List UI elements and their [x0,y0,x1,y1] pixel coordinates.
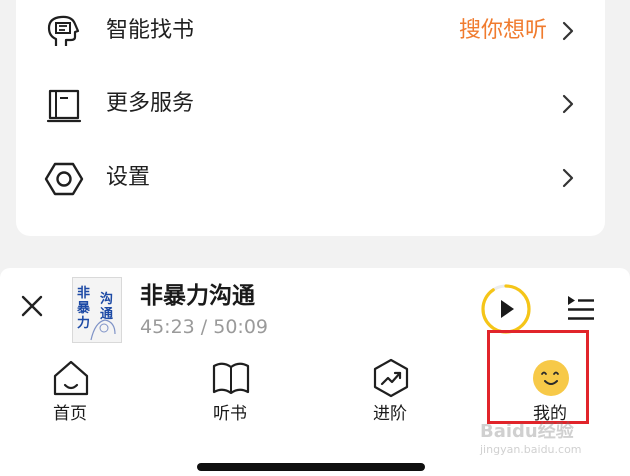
tab-label: 首页 [53,404,87,424]
play-icon [501,300,514,318]
tab-home[interactable]: 首页 [15,350,125,430]
menu-item-hint: 搜你想听 [458,18,547,43]
tab-label: 进阶 [373,404,407,424]
cover-illustration [90,319,116,341]
close-icon[interactable] [18,292,46,320]
menu-item-more-services[interactable]: 更多服务 [16,73,605,133]
home-indicator[interactable] [197,463,425,471]
book-service-icon [46,89,82,123]
track-title[interactable]: 非暴力沟通 [140,280,255,312]
tab-advance[interactable]: 进阶 [335,350,445,430]
menu-item-settings[interactable]: 设置 [16,147,605,207]
play-button[interactable] [480,283,532,335]
chevron-right-icon [562,94,574,114]
home-icon [53,360,89,396]
menu-item-smart-find-book[interactable]: 智能找书 搜你想听 [16,0,605,60]
watermark-url: jingyan.baidu.com [480,443,582,456]
settings-hexagon-icon [44,162,84,196]
menu-item-label: 更多服务 [106,91,195,116]
highlight-annotation-box [487,330,589,424]
open-book-icon [212,362,250,395]
smart-find-book-icon [47,15,80,46]
menu-card: 智能找书 搜你想听 更多服务 设置 [16,0,605,236]
chevron-right-icon [562,21,574,41]
chevron-right-icon [562,168,574,188]
growth-hexagon-icon [373,358,409,398]
menu-item-label: 智能找书 [106,18,195,43]
book-cover[interactable]: 非暴力 沟通 [72,277,122,343]
playlist-icon[interactable] [564,292,596,324]
tab-label: 听书 [213,404,247,424]
tab-listen[interactable]: 听书 [175,350,285,430]
track-time: 45:23 / 50:09 [140,316,268,338]
menu-item-label: 设置 [106,165,151,190]
watermark: Baidu经验 [480,421,574,442]
